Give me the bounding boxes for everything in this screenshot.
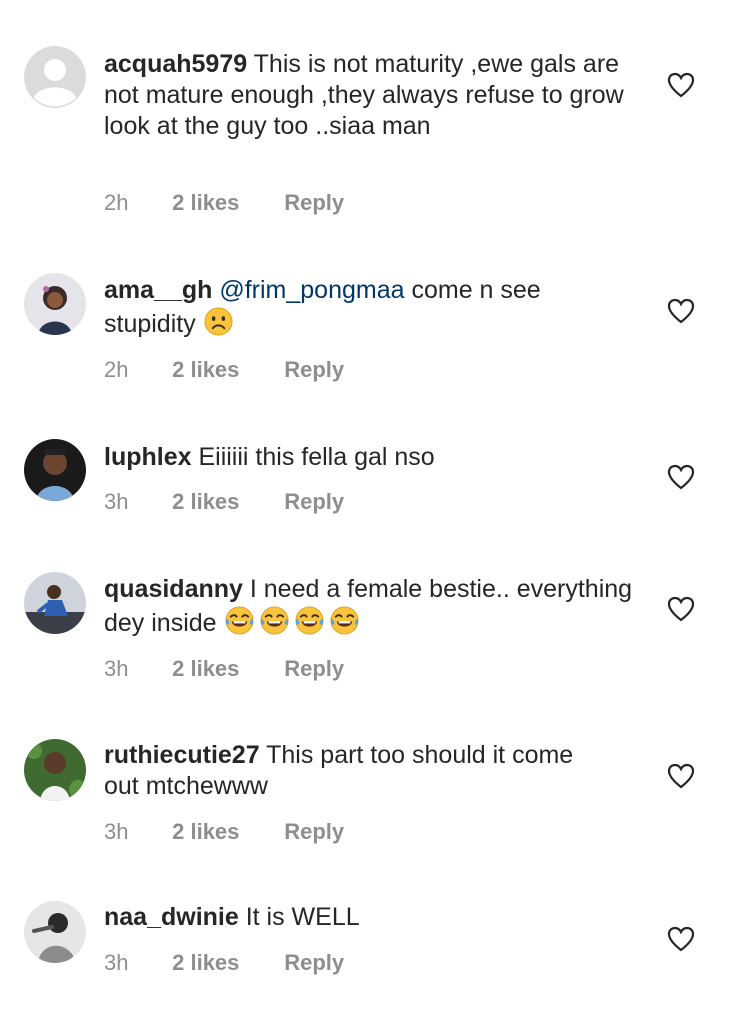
comment-body: quasidanny I need a female bestie.. ever… [104,574,644,639]
comment-username[interactable]: quasidanny [104,575,243,603]
comment-text: Eiiiiii this fella gal nso [198,443,435,471]
comment-likes[interactable]: 2 likes [172,819,278,845]
avatar[interactable] [24,273,86,335]
comment-time: 2h [104,357,129,382]
comment-body: acquah5979 This is not maturity ,ewe gal… [104,49,644,142]
comment-time: 2h [104,190,129,215]
comment-meta: 3h 2 likes Reply [104,819,344,845]
frowning-face-emoji-icon [203,306,234,337]
reply-button[interactable]: Reply [284,819,344,844]
avatar[interactable] [24,901,86,963]
reply-button[interactable]: Reply [284,190,344,215]
comment-time: 3h [104,489,129,514]
comment-meta: 2h 2 likes Reply [104,357,344,383]
comment-meta: 3h 2 likes Reply [104,489,344,515]
reply-button[interactable]: Reply [284,489,344,514]
comment-likes[interactable]: 2 likes [172,950,278,976]
comment-likes[interactable]: 2 likes [172,489,278,515]
reply-button[interactable]: Reply [284,950,344,975]
comment-time: 3h [104,950,129,975]
comment-time: 3h [104,656,129,681]
comment-likes[interactable]: 2 likes [172,656,278,682]
face-with-tears-of-joy-icon [259,605,290,636]
comment-username[interactable]: naa_dwinie [104,903,239,931]
comment-likes[interactable]: 2 likes [172,190,278,216]
comment-body: luphlex Eiiiiii this fella gal nso [104,442,644,473]
comment-time: 3h [104,819,129,844]
heart-icon[interactable] [667,926,695,952]
default-avatar-icon[interactable] [24,46,86,108]
heart-icon[interactable] [667,596,695,622]
face-with-tears-of-joy-icon [294,605,325,636]
comment-body: naa_dwinie It is WELL [104,902,644,933]
comment-body: ama__gh @frim_pongmaa come n see stupidi… [104,275,614,340]
comment-body: ruthiecutie27 This part too should it co… [104,740,584,802]
comment-meta: 2h 2 likes Reply [104,190,344,216]
heart-icon[interactable] [667,72,695,98]
face-with-tears-of-joy-icon [224,605,255,636]
comment-meta: 3h 2 likes Reply [104,656,344,682]
comment-text: It is WELL [245,903,360,931]
comment-username[interactable]: acquah5979 [104,50,247,78]
comment-username[interactable]: luphlex [104,443,192,471]
heart-icon[interactable] [667,298,695,324]
comment-username[interactable]: ruthiecutie27 [104,741,260,769]
avatar[interactable] [24,572,86,634]
tears-of-joy-emoji-group [224,606,364,637]
avatar[interactable] [24,439,86,501]
comment-meta: 3h 2 likes Reply [104,950,344,976]
face-with-tears-of-joy-icon [329,605,360,636]
reply-button[interactable]: Reply [284,357,344,382]
mention-link[interactable]: @frim_pongmaa [219,276,404,304]
comment-likes[interactable]: 2 likes [172,357,278,383]
heart-icon[interactable] [667,763,695,789]
comment-username[interactable]: ama__gh [104,276,212,304]
heart-icon[interactable] [667,464,695,490]
reply-button[interactable]: Reply [284,656,344,681]
avatar[interactable] [24,739,86,801]
